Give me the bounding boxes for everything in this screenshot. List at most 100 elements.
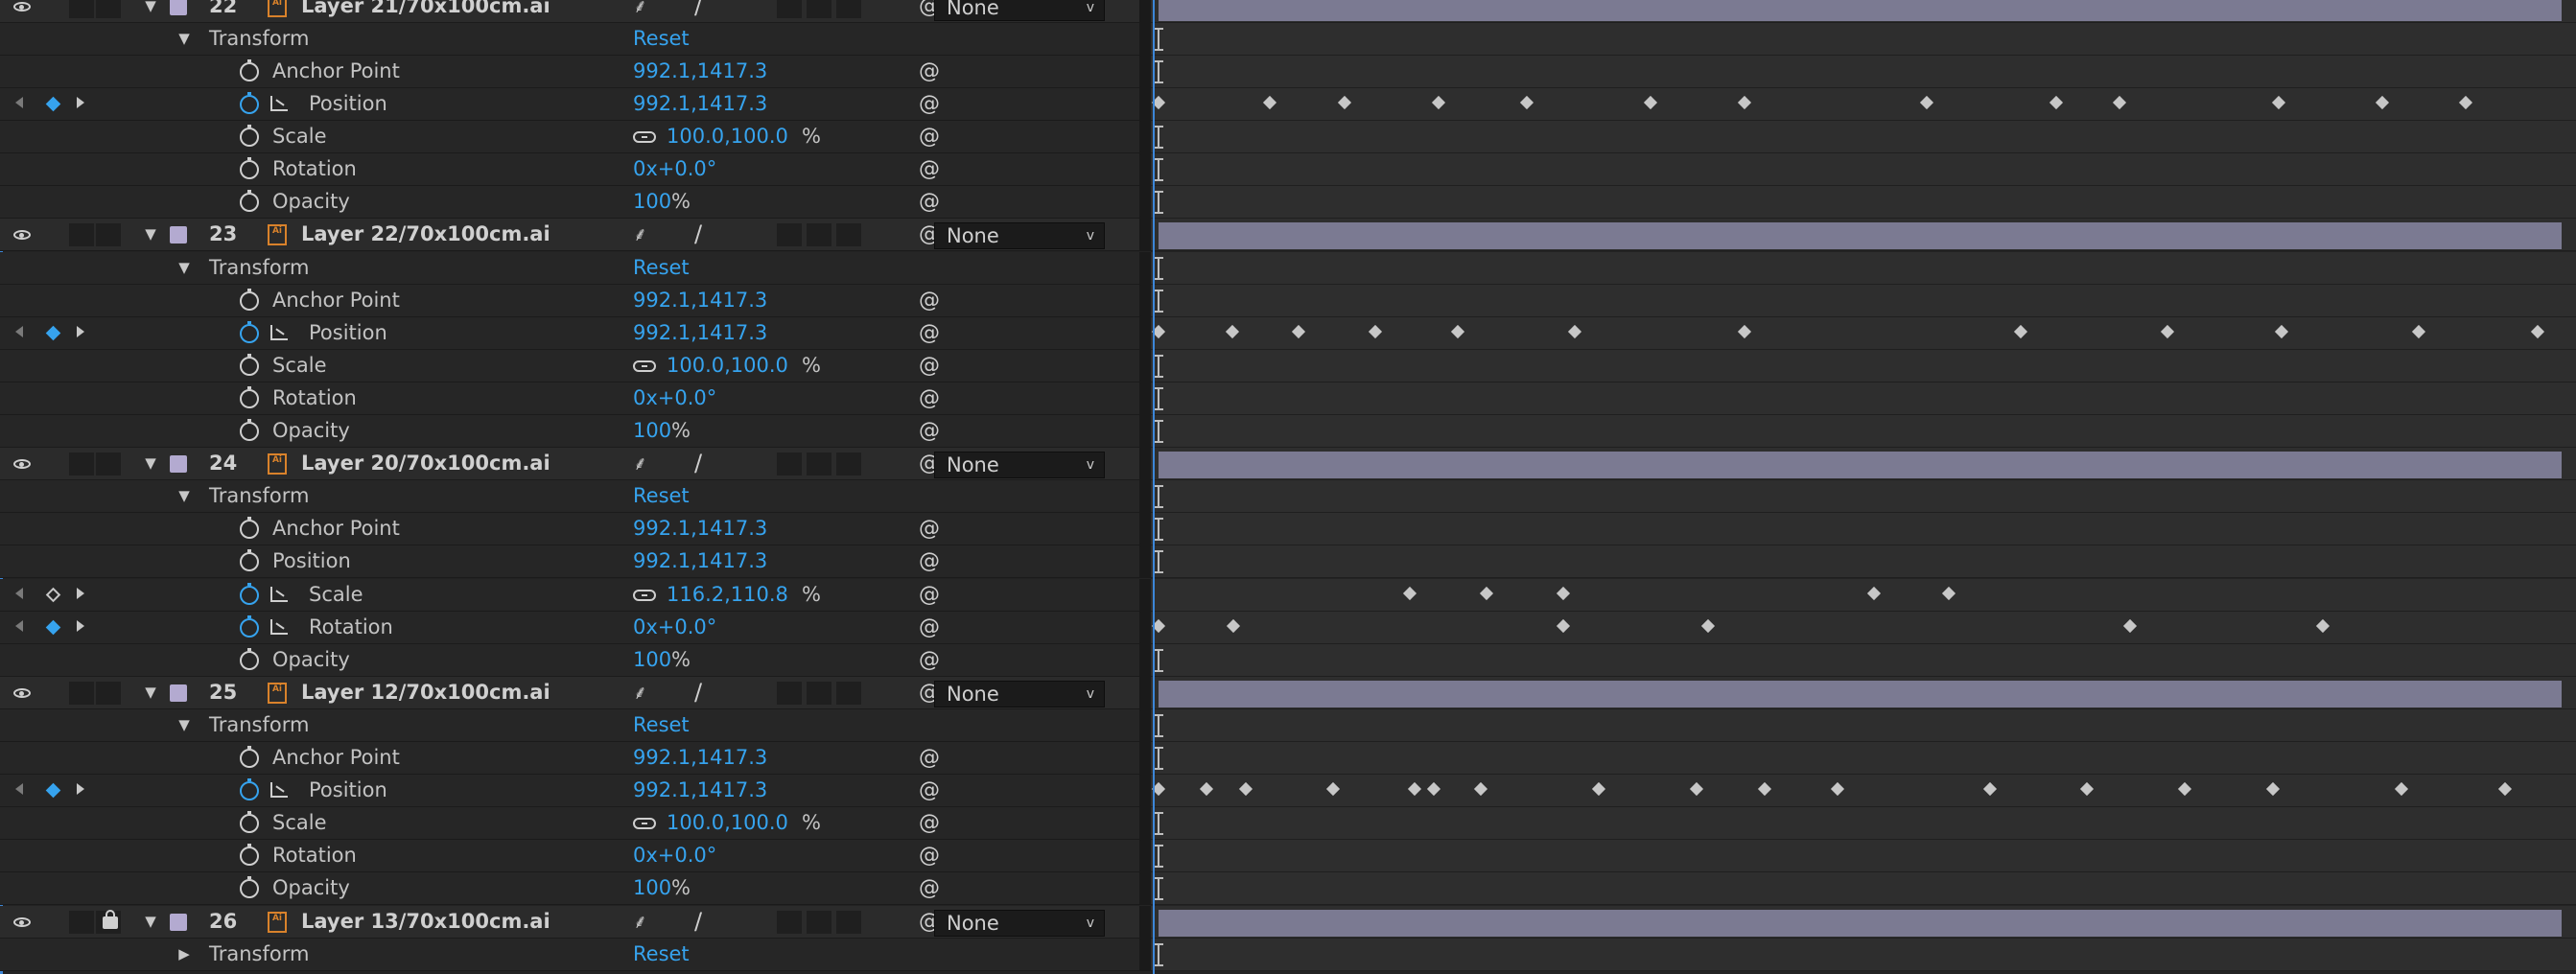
property-value[interactable]: 0x+0.0° (633, 383, 716, 414)
quality-slash-icon[interactable]: / (694, 221, 702, 253)
expand-triangle-icon[interactable]: ▼ (176, 480, 193, 512)
adjustment-toggle[interactable] (836, 0, 861, 18)
stopwatch-icon[interactable] (240, 844, 259, 866)
layer-name[interactable]: Layer 21/70x100cm.ai (301, 0, 550, 22)
constrain-proportions-link-icon[interactable] (633, 818, 656, 829)
reset-link[interactable]: Reset (633, 480, 690, 512)
keyframe-marker[interactable] (1643, 95, 1658, 110)
label-color-swatch[interactable] (170, 0, 187, 15)
lock-icon[interactable] (103, 910, 118, 929)
quality-slash-icon[interactable]: / (694, 909, 702, 940)
next-keyframe-icon[interactable] (77, 588, 84, 599)
expand-triangle-icon[interactable]: ▼ (142, 219, 159, 250)
keyframe-marker[interactable] (1431, 95, 1446, 110)
stopwatch-icon[interactable] (240, 125, 259, 147)
property-value[interactable]: 0x+0.0° (633, 840, 716, 871)
stopwatch-icon[interactable] (240, 321, 259, 343)
expand-triangle-icon[interactable]: ▼ (176, 252, 193, 284)
add-keyframe-icon[interactable] (45, 782, 61, 799)
keyframe-marker[interactable] (1941, 586, 1956, 601)
keyframe-marker[interactable] (1226, 618, 1241, 634)
property-value[interactable]: 992.1,1417.3 (633, 317, 767, 349)
graph-icon[interactable] (270, 782, 288, 798)
previous-keyframe-icon[interactable] (15, 620, 23, 632)
pick-whip-icon[interactable]: @ (919, 56, 940, 87)
property-value[interactable]: 100 (633, 644, 671, 676)
keyframe-marker[interactable] (1689, 781, 1704, 797)
pick-whip-icon[interactable]: @ (919, 545, 940, 577)
keyframe-marker[interactable] (2160, 324, 2175, 339)
adjustment-toggle[interactable] (836, 682, 861, 705)
stopwatch-icon[interactable] (240, 157, 259, 179)
stopwatch-icon[interactable] (240, 92, 259, 114)
constrain-proportions-link-icon[interactable] (633, 360, 656, 372)
stopwatch-icon[interactable] (240, 876, 259, 898)
keyframe-marker[interactable] (2079, 781, 2095, 797)
expand-triangle-icon[interactable]: ▼ (142, 677, 159, 708)
layer-duration-bar[interactable] (1159, 681, 2562, 707)
pick-whip-icon[interactable]: @ (919, 513, 940, 545)
pick-whip-icon[interactable]: @ (919, 121, 940, 152)
motion-blur-toggle[interactable] (807, 911, 831, 934)
keyframe-marker[interactable] (2013, 324, 2028, 339)
graph-icon[interactable] (270, 587, 288, 602)
keyframe-marker[interactable] (1567, 324, 1582, 339)
layer-duration-bar[interactable] (1159, 452, 2562, 478)
stopwatch-icon[interactable] (240, 289, 259, 311)
stopwatch-icon[interactable] (240, 746, 259, 768)
previous-keyframe-icon[interactable] (15, 783, 23, 795)
layer-name[interactable]: Layer 22/70x100cm.ai (301, 219, 550, 250)
stopwatch-icon[interactable] (240, 583, 259, 605)
quality-slash-icon[interactable]: / (694, 0, 702, 25)
graph-icon[interactable] (270, 619, 288, 635)
effects-toggle[interactable] (777, 0, 802, 18)
keyframe-marker[interactable] (2315, 618, 2330, 634)
collapse-triangle-icon[interactable]: ▶ (176, 939, 193, 970)
keyframe-marker[interactable] (1982, 781, 1998, 797)
solo-toggle[interactable] (96, 682, 121, 705)
expand-triangle-icon[interactable]: ▼ (142, 906, 159, 938)
solo-toggle[interactable] (96, 223, 121, 246)
add-keyframe-icon[interactable] (45, 619, 61, 636)
shy-icon[interactable]: ⸙ (633, 906, 647, 938)
stopwatch-icon[interactable] (240, 59, 259, 81)
graph-icon[interactable] (270, 325, 288, 340)
keyframe-marker[interactable] (1757, 781, 1772, 797)
keyframe-marker[interactable] (2394, 781, 2409, 797)
property-value[interactable]: 0x+0.0° (633, 612, 716, 643)
next-keyframe-icon[interactable] (77, 326, 84, 337)
parent-dropdown[interactable]: None v (934, 452, 1105, 478)
keyframe-marker[interactable] (1866, 586, 1882, 601)
eye-icon[interactable] (13, 688, 31, 698)
shy-icon[interactable]: ⸙ (633, 677, 647, 708)
stopwatch-icon[interactable] (240, 419, 259, 441)
label-color-swatch[interactable] (170, 914, 187, 931)
property-value[interactable]: 0x+0.0° (633, 153, 716, 185)
reset-link[interactable]: Reset (633, 939, 690, 970)
audio-toggle[interactable] (69, 223, 94, 246)
layer-duration-bar[interactable] (1159, 0, 2562, 21)
keyframe-marker[interactable] (1199, 781, 1214, 797)
pick-whip-icon[interactable]: @ (919, 186, 940, 218)
audio-toggle[interactable] (69, 0, 94, 18)
stopwatch-icon[interactable] (240, 549, 259, 571)
motion-blur-toggle[interactable] (807, 223, 831, 246)
previous-keyframe-icon[interactable] (15, 97, 23, 108)
keyframe-marker[interactable] (1700, 618, 1716, 634)
property-value[interactable]: 992.1,1417.3 (633, 285, 767, 316)
add-keyframe-icon[interactable] (45, 96, 61, 112)
pick-whip-icon[interactable]: @ (919, 775, 940, 806)
add-keyframe-icon[interactable] (45, 587, 61, 603)
property-value[interactable]: 100 (633, 872, 671, 904)
keyframe-marker[interactable] (2530, 324, 2545, 339)
property-value[interactable]: 100.0,100.0 (667, 121, 788, 152)
keyframe-marker[interactable] (1556, 586, 1571, 601)
pick-whip-icon[interactable]: @ (919, 742, 940, 774)
pick-whip-icon[interactable]: @ (919, 840, 940, 871)
keyframe-marker[interactable] (1519, 95, 1534, 110)
constrain-proportions-link-icon[interactable] (633, 590, 656, 601)
keyframe-marker[interactable] (1426, 781, 1441, 797)
keyframe-marker[interactable] (1238, 781, 1253, 797)
reset-link[interactable]: Reset (633, 709, 690, 741)
property-value[interactable]: 992.1,1417.3 (633, 775, 767, 806)
